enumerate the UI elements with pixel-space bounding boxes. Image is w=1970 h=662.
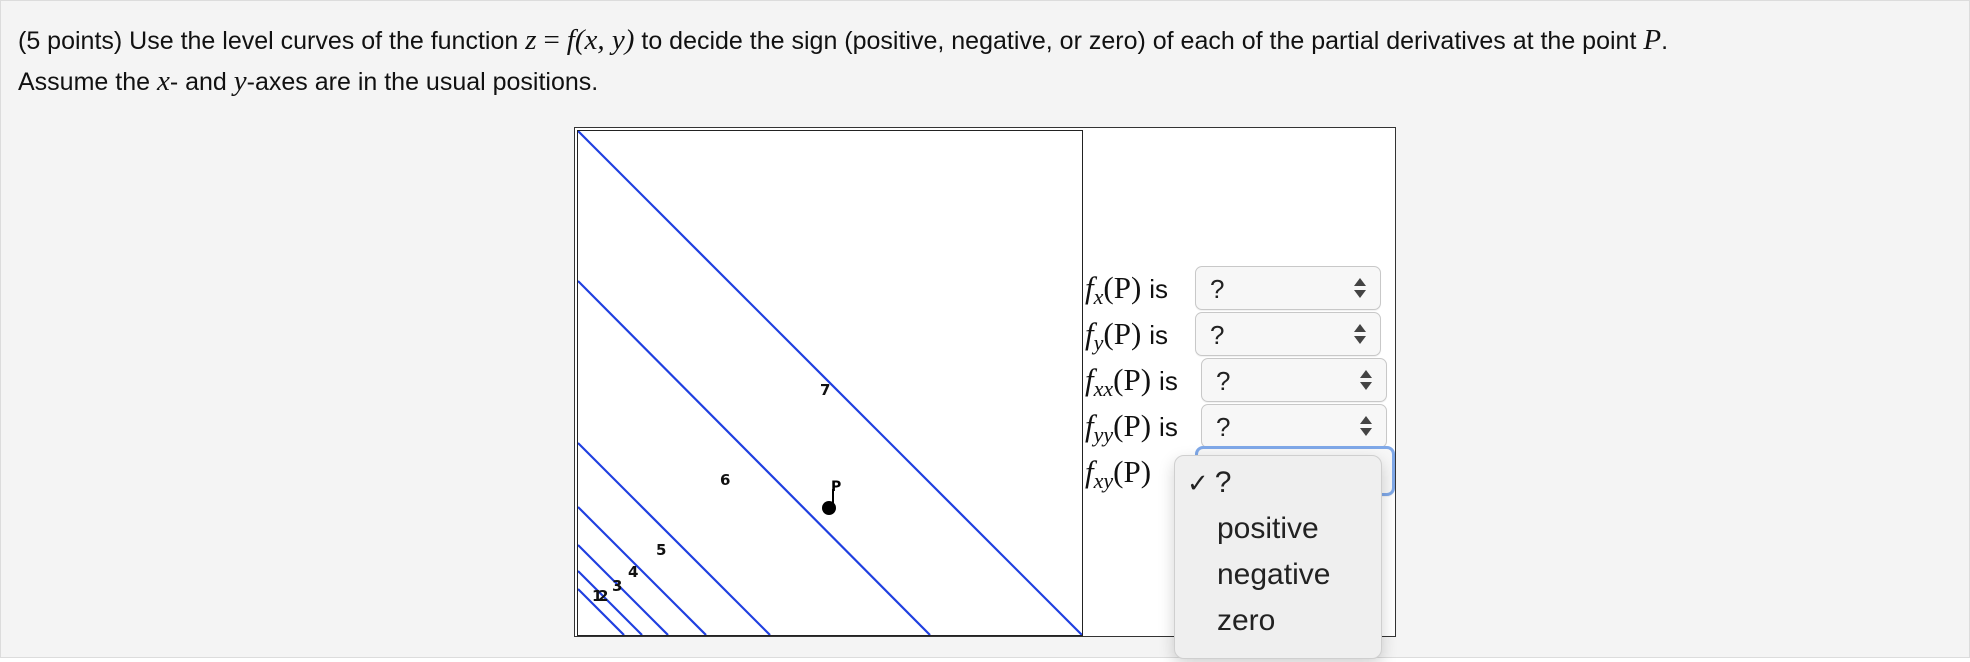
- fn-subscript: y: [1093, 330, 1104, 355]
- math-z: z: [525, 24, 537, 56]
- label-fx: fx(P) is: [1085, 270, 1168, 310]
- is-word: is: [1159, 412, 1178, 442]
- math-args: (x, y): [574, 24, 635, 56]
- label-fxy: fxy(P): [1085, 454, 1159, 494]
- points-label: (5 points): [18, 27, 123, 55]
- fn-arg: (P): [1113, 408, 1152, 443]
- select-fxx[interactable]: ?: [1201, 358, 1387, 402]
- level-curve-4: [578, 506, 707, 635]
- row-fx: fx(P) is ?: [1085, 266, 1395, 312]
- math-point-p: P: [1643, 24, 1662, 56]
- point-p-label: P: [831, 479, 841, 495]
- fn-name: f: [1085, 454, 1094, 489]
- question-text-part1: Use the level curves of the function: [129, 27, 519, 55]
- fn-subscript: xy: [1093, 468, 1114, 493]
- is-word: is: [1159, 366, 1178, 396]
- dropdown-menu: ✓? positive negative zero: [1174, 455, 1382, 659]
- question-period: .: [1661, 27, 1669, 55]
- row-fxx: fxx(P) is ?: [1085, 358, 1395, 404]
- math-y: y: [233, 65, 247, 97]
- level-curve-plot: 1234567 P: [577, 130, 1083, 636]
- row-fyy: fyy(P) is ?: [1085, 404, 1395, 450]
- option-positive[interactable]: positive: [1217, 512, 1319, 546]
- option-unknown[interactable]: ✓?: [1187, 466, 1231, 500]
- select-value: ?: [1216, 366, 1231, 396]
- level-curves-svg: 1234567 P: [578, 131, 1082, 635]
- math-eq: =: [543, 24, 560, 56]
- question-text-part2: to decide the sign (positive, negative, …: [641, 27, 1637, 55]
- updown-arrows-icon: [1354, 278, 1366, 298]
- level-label-4: 4: [628, 563, 638, 581]
- row-fy: fy(P) is ?: [1085, 312, 1395, 358]
- fn-subscript: xx: [1093, 376, 1114, 401]
- select-value: ?: [1210, 320, 1225, 350]
- select-fx[interactable]: ?: [1195, 266, 1381, 310]
- math-x: x: [156, 65, 170, 97]
- level-label-6: 6: [720, 471, 730, 489]
- fn-name: f: [1085, 362, 1094, 397]
- select-value: ?: [1216, 412, 1231, 442]
- math-f: f: [566, 24, 575, 56]
- label-fy: fy(P) is: [1085, 316, 1168, 356]
- fn-arg: (P): [1113, 454, 1152, 489]
- question-line-2: Assume the x- and y-axes are in the usua…: [18, 61, 1948, 102]
- fn-name: f: [1085, 408, 1094, 443]
- fn-name: f: [1085, 316, 1094, 351]
- question-line2-a: Assume the: [18, 68, 151, 96]
- level-curve-5: [578, 442, 771, 635]
- fn-arg: (P): [1113, 362, 1152, 397]
- fn-arg: (P): [1103, 270, 1142, 305]
- question-line2-b: - and: [169, 68, 227, 96]
- level-label-5: 5: [656, 541, 666, 559]
- option-label: ?: [1214, 466, 1232, 499]
- fn-arg: (P): [1103, 316, 1142, 351]
- is-word: is: [1149, 274, 1169, 304]
- level-label-3: 3: [612, 577, 622, 595]
- updown-arrows-icon: [1360, 370, 1372, 390]
- updown-arrows-icon: [1360, 416, 1372, 436]
- question-line2-c: -axes are in the usual positions.: [246, 68, 599, 96]
- question-text: (5 points) Use the level curves of the f…: [18, 20, 1948, 102]
- label-fxx: fxx(P) is: [1085, 362, 1178, 402]
- fn-subscript: x: [1093, 284, 1104, 309]
- select-value: ?: [1210, 274, 1225, 304]
- updown-arrows-icon: [1354, 324, 1366, 344]
- checkmark-icon: ✓: [1187, 468, 1209, 498]
- select-fyy[interactable]: ?: [1201, 404, 1387, 448]
- option-negative[interactable]: negative: [1217, 558, 1330, 592]
- is-word: is: [1149, 320, 1169, 350]
- level-label-2: 2: [598, 587, 608, 605]
- level-curve-6: [578, 280, 931, 635]
- level-label-7: 7: [820, 381, 830, 399]
- label-fyy: fyy(P) is: [1085, 408, 1178, 448]
- option-zero[interactable]: zero: [1217, 604, 1275, 638]
- question-line-1: (5 points) Use the level curves of the f…: [18, 20, 1948, 61]
- select-fy[interactable]: ?: [1195, 312, 1381, 356]
- fn-name: f: [1085, 270, 1094, 305]
- fn-subscript: yy: [1093, 422, 1114, 447]
